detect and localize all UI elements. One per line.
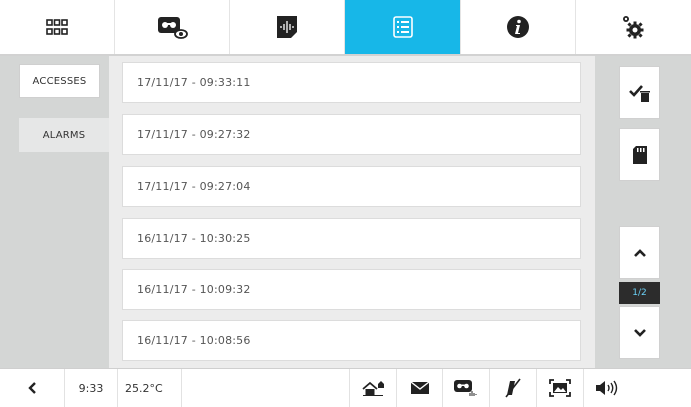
entry-timestamp: 16/11/17 - 10:08:56 (137, 334, 251, 347)
list-item[interactable]: 17/11/17 - 09:27:32 (122, 114, 581, 155)
voice-memory-icon (454, 380, 477, 396)
sd-card-icon (632, 145, 647, 164)
list-icon (392, 16, 413, 38)
event-list: 17/11/17 - 09:33:11 17/11/17 - 09:27:32 … (109, 56, 595, 368)
page-indicator: 1/2 (619, 282, 660, 304)
list-item[interactable]: 17/11/17 - 09:33:11 (122, 62, 581, 103)
tab-video-memory[interactable] (115, 0, 231, 54)
list-item[interactable]: 16/11/17 - 10:09:32 (122, 269, 581, 310)
chevron-down-icon (633, 328, 646, 337)
check-delete-icon (628, 84, 650, 102)
status-spacer (182, 369, 350, 407)
tab-event-list[interactable] (345, 0, 461, 54)
list-item[interactable]: 17/11/17 - 09:27:04 (122, 166, 581, 207)
top-tab-bar (0, 0, 691, 56)
envelope-icon (410, 381, 429, 394)
tab-audio-memory[interactable] (230, 0, 346, 54)
mute-status[interactable] (490, 369, 537, 407)
sidebar-item-label: ALARMS (42, 129, 86, 141)
tab-info[interactable] (461, 0, 576, 54)
apps-grid-icon (46, 19, 68, 35)
sidebar-item-accesses[interactable]: ACCESSES (19, 64, 100, 98)
chevron-up-icon (633, 248, 646, 257)
home-icon (362, 381, 384, 396)
info-icon (506, 16, 529, 38)
settings-icon (623, 16, 644, 39)
memory-status[interactable] (443, 369, 490, 407)
page-up-button[interactable] (619, 226, 660, 279)
mark-read-delete-button[interactable] (619, 66, 660, 119)
ringer-off-icon (505, 378, 521, 398)
action-column: 1/2 (595, 56, 691, 368)
category-sidebar: ACCESSES ALARMS (0, 56, 109, 368)
status-bar: 9:33 25.2°C (0, 368, 691, 407)
fullscreen-camera-icon (549, 379, 571, 397)
camera-view-status[interactable] (537, 369, 584, 407)
entry-timestamp: 17/11/17 - 09:33:11 (137, 76, 251, 89)
list-item[interactable]: 16/11/17 - 10:08:56 (122, 320, 581, 361)
chevron-left-icon (28, 382, 36, 394)
sidebar-item-alarms[interactable]: ALARMS (19, 118, 109, 152)
tab-settings[interactable] (576, 0, 691, 54)
audio-memory-icon (277, 16, 298, 38)
page-down-button[interactable] (619, 306, 660, 359)
temperature: 25.2°C (118, 369, 182, 407)
sidebar-item-label: ACCESSES (32, 75, 87, 87)
messages-status[interactable] (397, 369, 443, 407)
volume-status[interactable] (584, 369, 630, 407)
entry-timestamp: 17/11/17 - 09:27:32 (137, 128, 251, 141)
video-memory-icon (158, 17, 189, 39)
entry-timestamp: 16/11/17 - 10:30:25 (137, 232, 251, 245)
entry-timestamp: 16/11/17 - 10:09:32 (137, 283, 251, 296)
entry-timestamp: 17/11/17 - 09:27:04 (137, 180, 251, 193)
clock: 9:33 (65, 369, 118, 407)
sd-card-button[interactable] (619, 128, 660, 181)
tab-apps[interactable] (0, 0, 116, 54)
home-status (350, 369, 397, 407)
back-button[interactable] (0, 369, 65, 407)
list-item[interactable]: 16/11/17 - 10:30:25 (122, 218, 581, 259)
speaker-volume-icon (596, 380, 618, 396)
